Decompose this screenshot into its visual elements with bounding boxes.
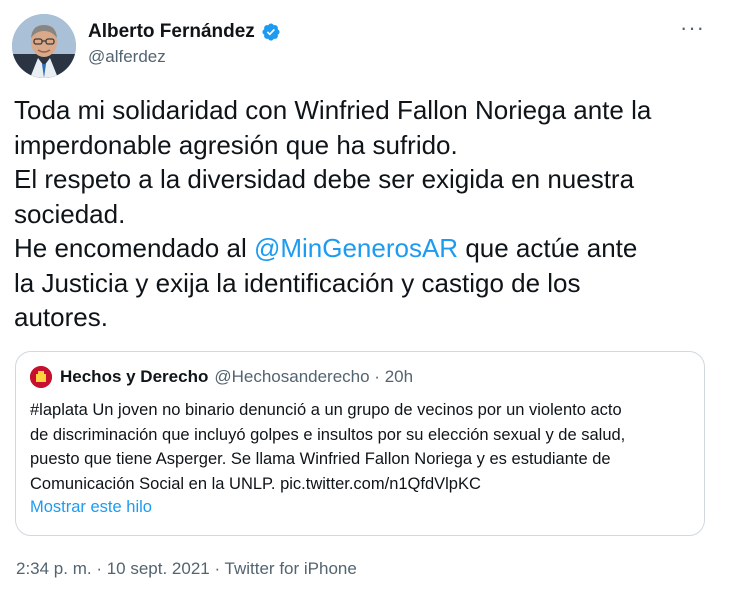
tweet-line: Toda mi solidaridad con Winfried Fallon …: [14, 95, 652, 125]
tweet-text-segment: que actúe ante: [458, 233, 638, 263]
author-name-row: Alberto Fernández: [88, 21, 281, 43]
tweet-line: He encomendado al @MinGenerosAR que actú…: [14, 231, 714, 266]
quoted-tweet-header: Hechos y Derecho @Hechosanderecho · 20h: [30, 366, 413, 388]
quoted-author-meta: @Hechosanderecho · 20h: [214, 367, 414, 386]
quoted-line: de discriminación que incluyó golpes e i…: [30, 425, 626, 444]
tweet-text-segment: He encomendado al: [14, 233, 254, 263]
tweet-line: El respeto a la diversidad debe ser exig…: [14, 164, 635, 194]
verified-badge-icon: [262, 23, 280, 41]
tweet-text: Toda mi solidaridad con Winfried Fallon …: [14, 93, 714, 335]
show-thread-link[interactable]: Mostrar este hilo: [30, 498, 152, 517]
quoted-tweet[interactable]: Hechos y Derecho @Hechosanderecho · 20h …: [15, 351, 705, 536]
tweet: Alberto Fernández @alferdez ··· Toda mi …: [0, 0, 730, 600]
tweet-line: sociedad.: [14, 198, 126, 229]
author-name[interactable]: Alberto Fernández: [88, 21, 255, 43]
quoted-author-avatar[interactable]: [30, 366, 52, 388]
quoted-tweet-text: #laplata Un joven no binario denunció a …: [30, 398, 700, 496]
tweet-line: imperdonable agresión que ha sufrido.: [14, 129, 458, 160]
tweet-line: la Justicia y exija la identificación y …: [14, 267, 581, 298]
quoted-author-name[interactable]: Hechos y Derecho: [60, 367, 208, 387]
tweet-line: autores.: [14, 302, 108, 332]
author-handle[interactable]: @alferdez: [88, 47, 166, 67]
quoted-line: Comunicación Social en la UNLP. pic.twit…: [30, 474, 481, 493]
author-avatar[interactable]: [12, 14, 76, 78]
quoted-line: #laplata Un joven no binario denunció a …: [30, 401, 622, 419]
more-options-icon[interactable]: ···: [680, 17, 705, 39]
quoted-line: puesto que tiene Asperger. Se llama Winf…: [30, 450, 611, 468]
mention-link[interactable]: @MinGenerosAR: [254, 233, 458, 263]
tweet-timestamp[interactable]: 2:34 p. m. · 10 sept. 2021 · Twitter for…: [16, 559, 357, 579]
